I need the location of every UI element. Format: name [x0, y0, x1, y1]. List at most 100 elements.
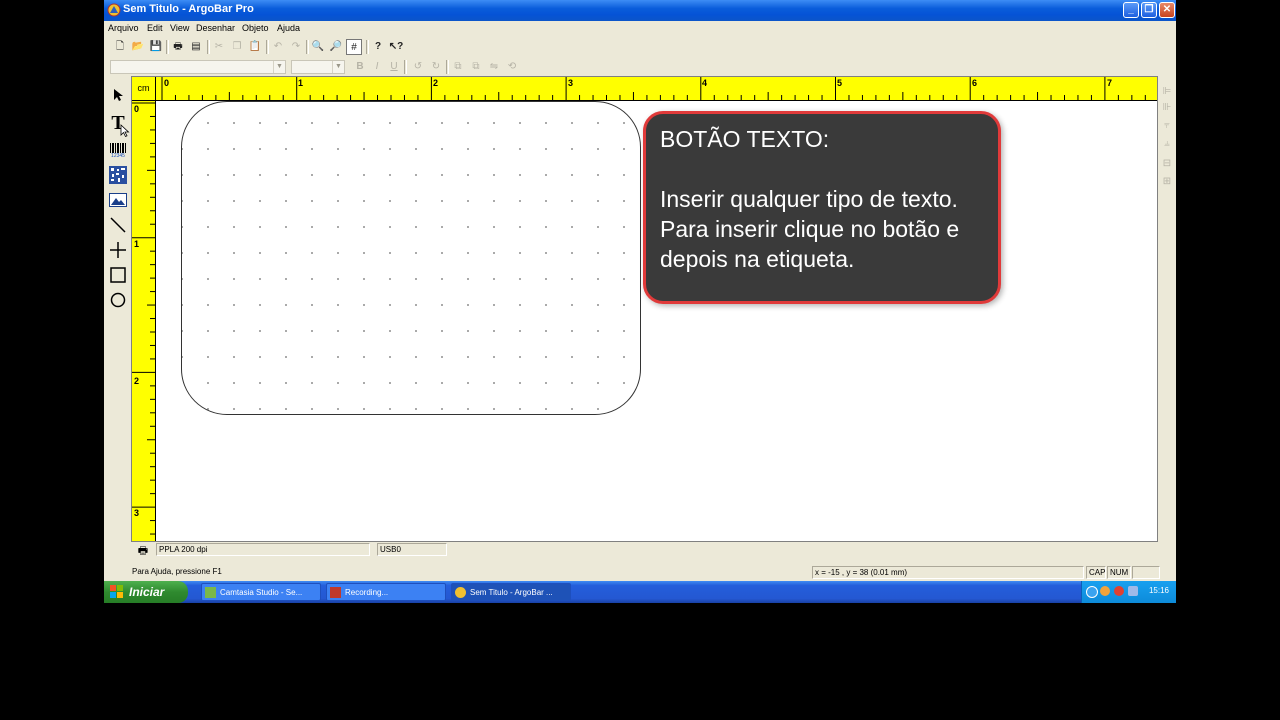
- menu-desenhar[interactable]: Desenhar: [196, 23, 235, 33]
- align-top-icon[interactable]: ⫧: [1159, 118, 1175, 134]
- line-tool-icon[interactable]: [108, 214, 128, 236]
- menu-objeto[interactable]: Objeto: [242, 23, 269, 33]
- rotate-right-icon[interactable]: ↻: [428, 59, 444, 75]
- italic-button[interactable]: I: [369, 59, 385, 75]
- ruler-label: 0: [134, 104, 140, 114]
- context-help-icon[interactable]: ↖?: [388, 39, 404, 55]
- align-center-icon[interactable]: ⊪: [1159, 100, 1175, 116]
- ruler-label: 3: [568, 78, 574, 88]
- status-bar: Para Ajuda, pressione F1 x = -15 , y = 3…: [104, 565, 1176, 579]
- argobar-icon: [455, 587, 466, 598]
- system-tray: 15:16: [1081, 581, 1176, 603]
- app-icon: [107, 3, 121, 17]
- zoom-out-icon[interactable]: 🔎: [328, 39, 344, 55]
- save-icon[interactable]: 💾: [148, 39, 164, 55]
- menu-arquivo[interactable]: Arquivo: [108, 23, 139, 33]
- minimize-button[interactable]: _: [1123, 2, 1139, 18]
- toolbar-separator: [266, 40, 269, 54]
- restore-button[interactable]: ❐: [1141, 2, 1157, 18]
- cut-icon[interactable]: ✂: [211, 39, 227, 55]
- camtasia-icon: [205, 587, 216, 598]
- status-help: Para Ajuda, pressione F1: [132, 567, 222, 576]
- standard-toolbar: 🗋 📂 💾 🖶 ▤ ✂ ❐ 📋 ↶ ↷ 🔍 🔎 # ? ↖?: [104, 38, 1176, 57]
- toolbar-separator: [404, 60, 407, 74]
- mouse-cursor-icon: [120, 124, 130, 138]
- toolbar-separator: [207, 40, 210, 54]
- ruler-label: 7: [1107, 78, 1113, 88]
- taskbar-item-camtasia[interactable]: Camtasia Studio - Se...: [201, 583, 321, 601]
- tool-palette: T 12345: [108, 84, 128, 314]
- ruler-unit: cm: [132, 77, 156, 101]
- copy-icon[interactable]: ❐: [229, 39, 245, 55]
- toolbar-separator: [446, 60, 449, 74]
- menu-ajuda[interactable]: Ajuda: [277, 23, 300, 33]
- align-middle-icon[interactable]: ⫨: [1159, 136, 1175, 152]
- rectangle-tool-icon[interactable]: [108, 264, 128, 286]
- menu-view[interactable]: View: [170, 23, 189, 33]
- format-toolbar: ▼ ▼ B I U ↺ ↻ ⧉ ⧉ ⇋ ⟲: [104, 58, 1176, 77]
- print-preview-icon[interactable]: ▤: [188, 39, 204, 55]
- antivirus-icon[interactable]: [1114, 586, 1124, 596]
- title-bar[interactable]: Sem Titulo - ArgoBar Pro _ ❐ ✕: [104, 0, 1176, 21]
- space-horizontal-icon[interactable]: ⊟: [1159, 156, 1175, 172]
- menu-edit[interactable]: Edit: [147, 23, 163, 33]
- toolbar-separator: [306, 40, 309, 54]
- ruler-label: 2: [134, 376, 140, 386]
- rotate-left-icon[interactable]: ↺: [410, 59, 426, 75]
- space-vertical-icon[interactable]: ⊞: [1159, 174, 1175, 190]
- ruler-label: 1: [298, 78, 304, 88]
- clock: 15:16: [1148, 586, 1169, 595]
- ruler-label: 2: [433, 78, 439, 88]
- paste-icon[interactable]: 📋: [247, 39, 263, 55]
- pointer-icon[interactable]: [108, 84, 128, 106]
- alignment-toolbar: ⊫ ⊪ ⫧ ⫨ ⊟ ⊞: [1158, 84, 1176, 194]
- grid-icon[interactable]: #: [346, 39, 362, 55]
- network-icon[interactable]: [1086, 586, 1098, 598]
- ruler-label: 6: [972, 78, 978, 88]
- print-icon[interactable]: 🖶: [170, 39, 186, 55]
- zoom-in-icon[interactable]: 🔍: [310, 39, 326, 55]
- font-combo[interactable]: ▼: [110, 60, 286, 74]
- chevron-down-icon[interactable]: ▼: [332, 61, 344, 73]
- tutorial-callout: BOTÃO TEXTO: Inserir qualquer tipo de te…: [643, 111, 1001, 304]
- taskbar-item-recording[interactable]: Recording...: [326, 583, 446, 601]
- bold-button[interactable]: B: [352, 59, 368, 75]
- close-button[interactable]: ✕: [1159, 2, 1175, 18]
- toolbar-separator: [366, 40, 369, 54]
- undo-icon[interactable]: ↶: [270, 39, 286, 55]
- cross-line-tool-icon[interactable]: [108, 239, 128, 261]
- flip-icon[interactable]: ⟲: [504, 59, 520, 75]
- app-window: Sem Titulo - ArgoBar Pro _ ❐ ✕ Arquivo E…: [104, 0, 1176, 603]
- start-button[interactable]: Iniciar: [104, 581, 188, 603]
- redo-icon[interactable]: ↷: [288, 39, 304, 55]
- font-size-combo[interactable]: ▼: [291, 60, 345, 74]
- new-icon[interactable]: 🗋: [112, 39, 128, 55]
- label-area[interactable]: [181, 101, 641, 415]
- 2d-barcode-tool-icon[interactable]: [108, 164, 128, 186]
- image-tool-icon[interactable]: [108, 189, 128, 211]
- windows-logo-icon: [110, 585, 123, 598]
- printer-port: USB0: [377, 543, 447, 556]
- ellipse-tool-icon[interactable]: [108, 289, 128, 311]
- status-num: NUM: [1107, 566, 1131, 579]
- help-icon[interactable]: ?: [370, 39, 386, 55]
- tray-app-icon[interactable]: [1100, 586, 1110, 596]
- callout-title: BOTÃO TEXTO:: [660, 126, 830, 152]
- task-label: Sem Titulo - ArgoBar ...: [470, 588, 553, 597]
- printer-icon[interactable]: 🖶: [134, 542, 152, 557]
- vertical-ruler: [132, 101, 156, 541]
- bring-front-icon[interactable]: ⧉: [450, 59, 466, 75]
- volume-icon[interactable]: [1128, 586, 1138, 596]
- open-icon[interactable]: 📂: [130, 39, 146, 55]
- underline-button[interactable]: U: [386, 59, 402, 75]
- barcode-tool-icon[interactable]: 12345: [108, 140, 128, 162]
- mirror-icon[interactable]: ⇋: [486, 59, 502, 75]
- ruler-label: 5: [837, 78, 843, 88]
- chevron-down-icon[interactable]: ▼: [273, 61, 285, 73]
- ruler-label: 0: [164, 78, 170, 88]
- taskbar-item-argobar[interactable]: Sem Titulo - ArgoBar ...: [451, 583, 571, 601]
- send-back-icon[interactable]: ⧉: [468, 59, 484, 75]
- toolbar-separator: [166, 40, 169, 54]
- task-label: Recording...: [345, 588, 389, 597]
- align-left-icon[interactable]: ⊫: [1159, 84, 1175, 100]
